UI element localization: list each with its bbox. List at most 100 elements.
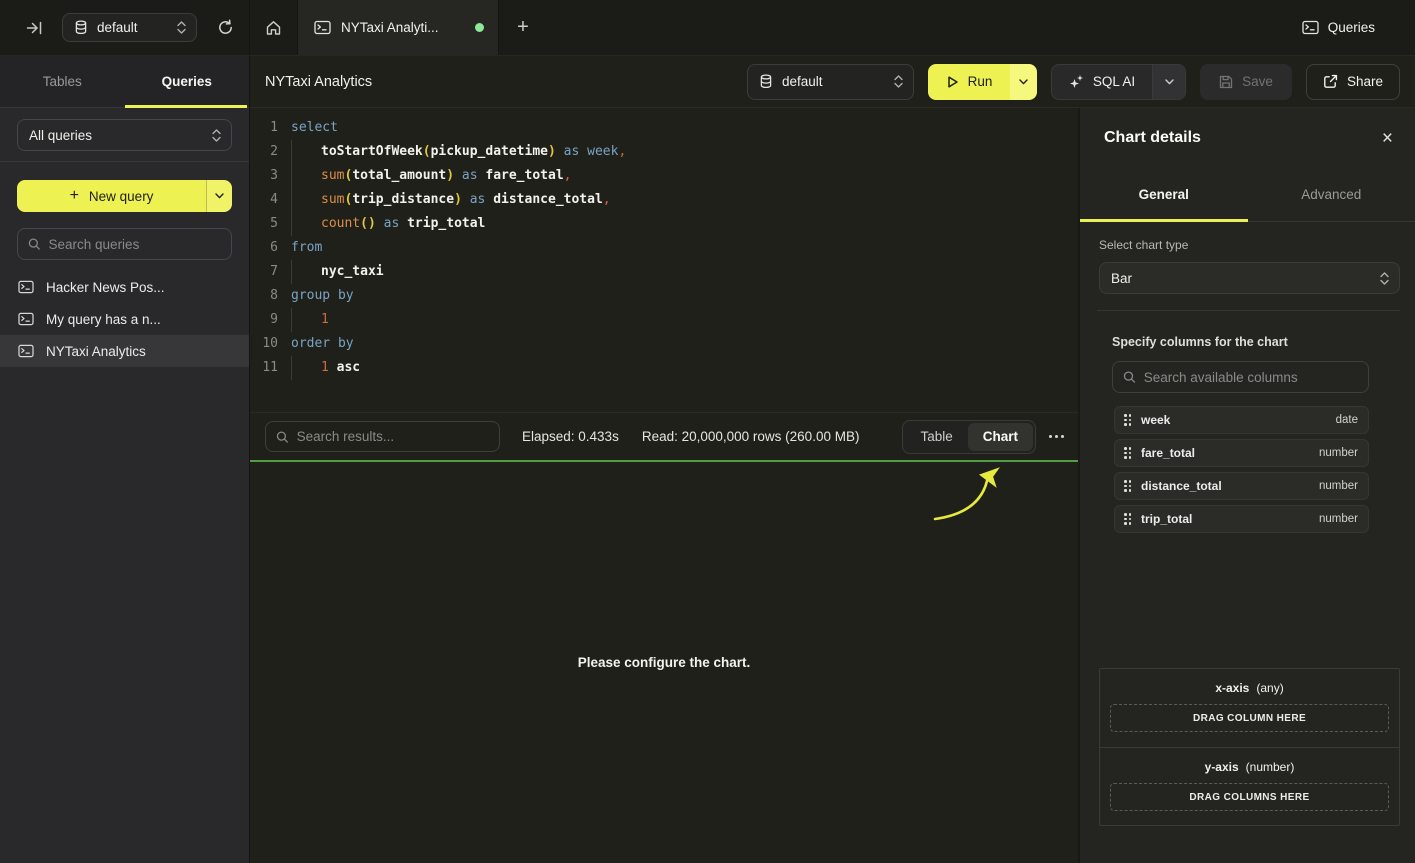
y-axis-drop-zone[interactable]: DRAG COLUMNS HERE	[1110, 783, 1389, 811]
terminal-icon	[18, 312, 34, 326]
column-name: week	[1141, 413, 1170, 427]
code-line[interactable]: 7nyc_taxi	[250, 260, 1078, 284]
query-list-item[interactable]: My query has a n...	[0, 303, 249, 335]
code-text: from	[291, 236, 322, 260]
sidebar-tab-queries[interactable]: Queries	[125, 56, 250, 107]
query-list-item[interactable]: NYTaxi Analytics	[0, 335, 249, 367]
line-number: 6	[250, 236, 278, 260]
results-more-menu[interactable]	[1047, 429, 1066, 444]
new-query-button[interactable]: + New query	[17, 180, 232, 212]
column-type: number	[1319, 513, 1358, 525]
terminal-icon	[18, 280, 34, 294]
line-number: 5	[250, 212, 278, 236]
drag-handle-icon[interactable]	[1124, 513, 1131, 525]
query-search-input[interactable]	[49, 237, 221, 252]
results-view-toggle: Table Chart	[902, 420, 1036, 454]
code-line[interactable]: 11 1 asc	[250, 356, 1078, 380]
code-line[interactable]: 8group by	[250, 284, 1078, 308]
terminal-icon	[314, 20, 331, 35]
chevron-down-icon	[215, 193, 224, 199]
chevron-updown-icon	[1380, 272, 1389, 285]
drag-handle-icon[interactable]	[1124, 447, 1131, 459]
chart-type-select[interactable]: Bar	[1099, 262, 1400, 294]
drag-handle-icon[interactable]	[1124, 480, 1131, 492]
close-icon[interactable]: ×	[1382, 129, 1393, 148]
query-header: NYTaxi Analytics default Run	[250, 56, 1415, 108]
search-icon	[276, 430, 289, 444]
sql-ai-dropdown[interactable]	[1152, 65, 1185, 99]
sql-ai-main[interactable]: SQL AI	[1052, 65, 1152, 99]
code-line[interactable]: 5count() as trip_total	[250, 212, 1078, 236]
home-button[interactable]	[250, 0, 297, 55]
save-button[interactable]: Save	[1200, 64, 1292, 100]
chevron-updown-icon	[894, 75, 903, 88]
new-query-main[interactable]: + New query	[17, 180, 206, 212]
queries-button[interactable]: Queries	[1302, 20, 1375, 35]
home-icon	[265, 20, 282, 36]
line-number: 2	[250, 140, 278, 164]
code-line[interactable]: 4sum(trip_distance) as distance_total,	[250, 188, 1078, 212]
tab-nytaxi-analytics[interactable]: NYTaxi Analyti...	[297, 0, 499, 55]
chart-empty-message: Please configure the chart.	[578, 655, 751, 670]
view-tab-table[interactable]: Table	[905, 423, 967, 451]
code-text: 1	[291, 308, 329, 332]
view-tab-table-label: Table	[920, 429, 952, 444]
results-search-input[interactable]	[297, 429, 489, 444]
column-row[interactable]: week date	[1114, 406, 1369, 434]
code-text: sum(trip_distance) as distance_total,	[291, 188, 611, 212]
columns-search-input[interactable]	[1144, 370, 1358, 385]
code-text: 1 asc	[291, 356, 360, 380]
column-type: date	[1336, 414, 1358, 426]
x-axis-drop-zone[interactable]: DRAG COLUMN HERE	[1110, 704, 1389, 732]
code-text: toStartOfWeek(pickup_datetime) as week,	[291, 140, 626, 164]
query-filter-select[interactable]: All queries	[17, 119, 232, 151]
results-search[interactable]	[265, 421, 500, 452]
share-button[interactable]: Share	[1306, 64, 1400, 100]
plus-icon: +	[70, 187, 79, 205]
share-button-label: Share	[1347, 74, 1383, 89]
sql-editor[interactable]: 1select2 toStartOfWeek(pickup_datetime) a…	[250, 108, 1078, 412]
chevron-down-icon	[1165, 79, 1174, 85]
chevron-updown-icon	[212, 129, 221, 142]
refresh-button[interactable]	[211, 14, 239, 42]
code-line[interactable]: 6 from	[250, 236, 1078, 260]
query-search[interactable]	[17, 228, 232, 260]
elapsed-time: Elapsed: 0.433s	[522, 429, 619, 444]
code-line[interactable]: 3sum(total_amount) as fare_total,	[250, 164, 1078, 188]
header-actions: default Run SQL AI	[747, 64, 1400, 100]
code-line[interactable]: 10order by	[250, 332, 1078, 356]
columns-search[interactable]	[1112, 361, 1369, 393]
y-axis-section: y-axis(number)DRAG COLUMNS HERE	[1100, 747, 1399, 826]
code-text: nyc_taxi	[291, 260, 384, 284]
code-line[interactable]: 1select	[250, 116, 1078, 140]
terminal-icon	[18, 344, 34, 358]
code-line[interactable]: 91	[250, 308, 1078, 332]
indent-guide	[291, 308, 321, 332]
run-button[interactable]: Run	[928, 64, 1037, 100]
view-tab-chart[interactable]: Chart	[968, 423, 1033, 451]
run-button-main[interactable]: Run	[928, 64, 1010, 100]
new-query-dropdown[interactable]	[206, 180, 232, 212]
column-row[interactable]: distance_totalnumber	[1114, 472, 1369, 500]
panel-body: Select chart type Bar Specify columns fo…	[1080, 222, 1415, 533]
sidebar-body: All queries + New query Hacker News Pos.…	[0, 108, 249, 367]
new-tab-button[interactable]: +	[499, 0, 547, 55]
run-options-dropdown[interactable]	[1010, 64, 1037, 100]
sidebar-tab-tables[interactable]: Tables	[0, 56, 125, 107]
column-row[interactable]: trip_totalnumber	[1114, 505, 1369, 533]
database-selector[interactable]: default	[62, 13, 197, 42]
panel-tab-advanced[interactable]: Advanced	[1248, 168, 1415, 221]
panel-tab-general[interactable]: General	[1080, 168, 1248, 221]
indent-guide	[291, 260, 321, 284]
column-name: distance_total	[1141, 479, 1222, 493]
collapse-sidebar-button[interactable]	[20, 14, 48, 42]
annotation-arrow-icon	[928, 464, 1000, 526]
column-row[interactable]: fare_totalnumber	[1114, 439, 1369, 467]
sql-ai-button[interactable]: SQL AI	[1051, 64, 1186, 100]
line-number: 11	[250, 356, 278, 380]
run-database-selector[interactable]: default	[747, 64, 914, 100]
query-list-item[interactable]: Hacker News Pos...	[0, 271, 249, 303]
code-line[interactable]: 2 toStartOfWeek(pickup_datetime) as week,	[250, 140, 1078, 164]
chart-type-value: Bar	[1111, 271, 1132, 286]
drag-handle-icon[interactable]	[1124, 414, 1131, 426]
